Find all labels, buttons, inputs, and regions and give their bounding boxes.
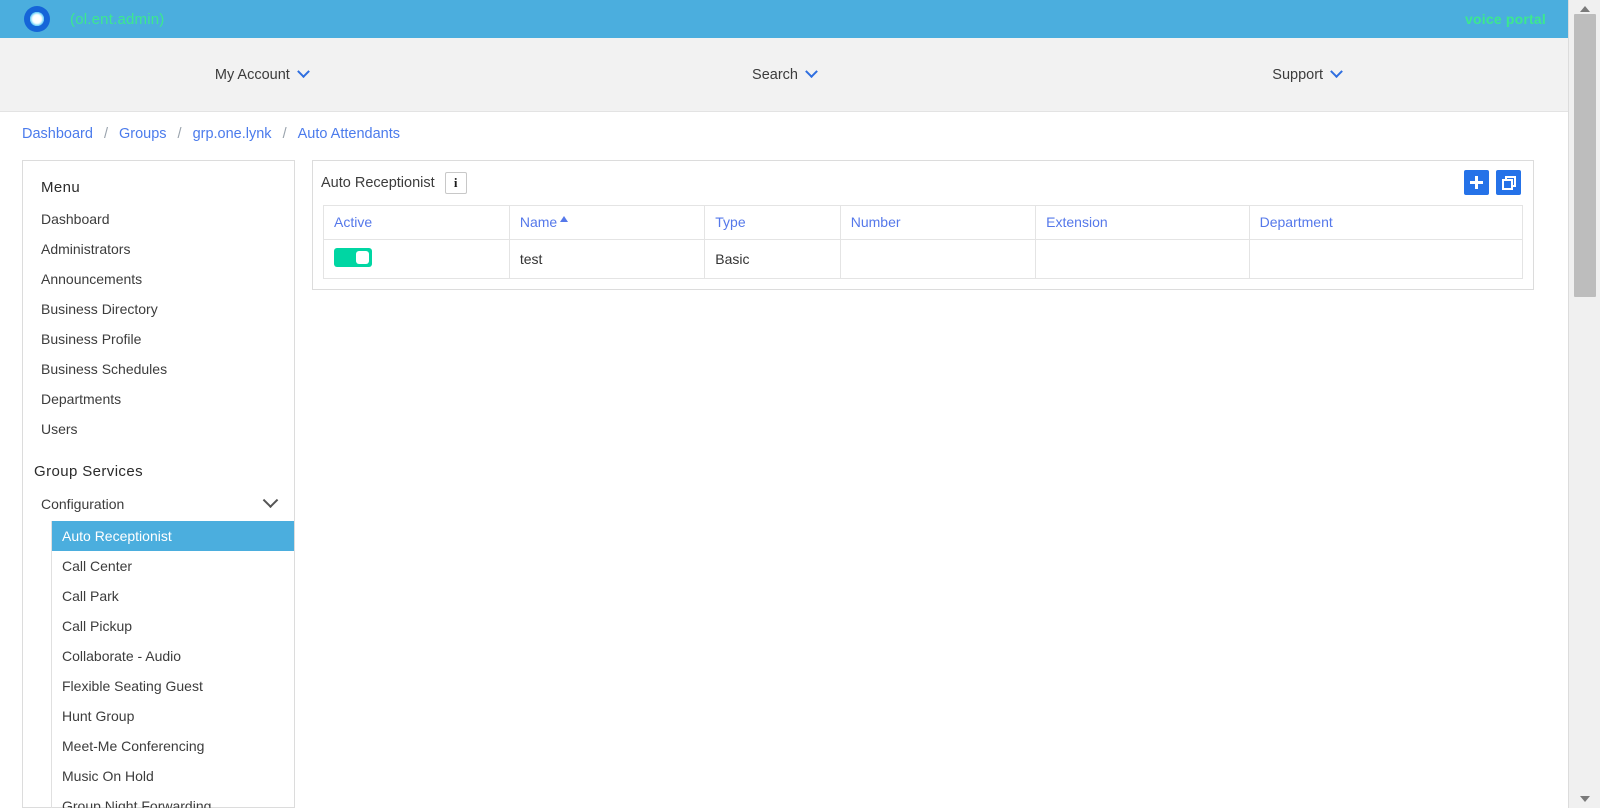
column-header-type[interactable]: Type bbox=[704, 205, 841, 240]
sidebar-item-auto-receptionist[interactable]: Auto Receptionist bbox=[52, 521, 294, 551]
sidebar-section-group-services: Group Services bbox=[34, 463, 143, 480]
sidebar-item-collaborate-audio[interactable]: Collaborate - Audio bbox=[52, 641, 294, 671]
sidebar-item-business-profile[interactable]: Business Profile bbox=[23, 324, 294, 354]
breadcrumb-item-groups[interactable]: Groups bbox=[119, 126, 167, 142]
circle-logo-icon bbox=[24, 6, 50, 32]
sidebar-menu-list: Dashboard Administrators Announcements B… bbox=[23, 204, 294, 444]
breadcrumb-item-group[interactable]: grp.one.lynk bbox=[193, 126, 272, 142]
column-header-extension[interactable]: Extension bbox=[1035, 205, 1250, 240]
scrollbar-thumb[interactable] bbox=[1574, 14, 1596, 297]
panel-header: Auto Receptionist i bbox=[313, 161, 1533, 205]
nav-item-label: Search bbox=[752, 66, 798, 83]
column-label: Number bbox=[850, 214, 901, 230]
sidebar-item-call-park[interactable]: Call Park bbox=[52, 581, 294, 611]
cell-type: Basic bbox=[704, 239, 841, 279]
column-label: Extension bbox=[1046, 214, 1108, 230]
cell-name: test bbox=[508, 239, 706, 279]
nav-item-my-account[interactable]: My Account bbox=[0, 65, 523, 83]
cell-extension bbox=[1035, 239, 1250, 279]
column-label: Type bbox=[715, 214, 746, 230]
sidebar-item-hunt-group[interactable]: Hunt Group bbox=[52, 701, 294, 731]
auto-receptionist-table: Active Name Type Number Extension Depart… bbox=[323, 205, 1524, 279]
sidebar-configuration-label: Configuration bbox=[41, 496, 125, 512]
breadcrumb: Dashboard / Groups / grp.one.lynk / Auto… bbox=[22, 126, 400, 142]
cell-department bbox=[1248, 239, 1524, 279]
cell-number bbox=[839, 239, 1037, 279]
copy-icon bbox=[1501, 178, 1513, 190]
nav-item-label: My Account bbox=[214, 66, 290, 83]
page-title: Auto Receptionist bbox=[321, 175, 435, 191]
brand-label: (ol.ent.admin) bbox=[70, 10, 165, 28]
top-brand-bar: (ol.ent.admin) voice portal bbox=[0, 0, 1568, 38]
chevron-down-icon bbox=[262, 491, 279, 508]
breadcrumb-item-dashboard[interactable]: Dashboard bbox=[22, 126, 93, 142]
sidebar-item-administrators[interactable]: Administrators bbox=[23, 234, 294, 264]
table-container: Active Name Type Number Extension Depart… bbox=[313, 205, 1533, 279]
toggle-knob bbox=[356, 251, 369, 264]
circle-logo-inner bbox=[30, 12, 44, 26]
breadcrumb-separator: / bbox=[282, 126, 287, 142]
plus-icon-vertical bbox=[1475, 176, 1478, 189]
sidebar-sub-list: Auto Receptionist Call Center Call Park … bbox=[51, 521, 294, 808]
main-navbar: My Account Search Support bbox=[0, 38, 1568, 112]
triangle-down-icon[interactable] bbox=[1580, 796, 1590, 802]
sidebar-item-business-directory[interactable]: Business Directory bbox=[23, 294, 294, 324]
column-label: Name bbox=[519, 214, 558, 230]
page-scrollbar[interactable] bbox=[1568, 0, 1600, 808]
column-header-active[interactable]: Active bbox=[323, 205, 510, 240]
column-header-department[interactable]: Department bbox=[1248, 205, 1524, 240]
duplicate-button[interactable] bbox=[1496, 170, 1521, 195]
column-label: Active bbox=[334, 214, 373, 230]
chevron-down-icon bbox=[1330, 65, 1343, 79]
sidebar-item-call-center[interactable]: Call Center bbox=[52, 551, 294, 581]
nav-item-search[interactable]: Search bbox=[523, 65, 1046, 83]
panel-actions bbox=[1464, 170, 1521, 195]
column-header-number[interactable]: Number bbox=[839, 205, 1037, 240]
sidebar-item-call-pickup[interactable]: Call Pickup bbox=[52, 611, 294, 641]
nav-item-support[interactable]: Support bbox=[1045, 65, 1568, 83]
sidebar-item-music-on-hold[interactable]: Music On Hold bbox=[52, 761, 294, 791]
active-toggle[interactable] bbox=[334, 248, 372, 267]
sidebar-item-dashboard[interactable]: Dashboard bbox=[23, 204, 294, 234]
table-header-row: Active Name Type Number Extension Depart… bbox=[323, 205, 1524, 240]
column-label: Department bbox=[1259, 214, 1333, 230]
column-header-name[interactable]: Name bbox=[508, 205, 706, 240]
sidebar-item-departments[interactable]: Departments bbox=[23, 384, 294, 414]
info-icon[interactable]: i bbox=[444, 172, 467, 194]
chevron-down-icon bbox=[296, 65, 310, 79]
cell-active bbox=[323, 239, 510, 279]
add-button[interactable] bbox=[1464, 170, 1489, 195]
sidebar-item-business-schedules[interactable]: Business Schedules bbox=[23, 354, 294, 384]
breadcrumb-separator: / bbox=[103, 126, 108, 142]
chevron-down-icon bbox=[805, 65, 818, 79]
sort-ascending-icon bbox=[560, 216, 569, 222]
sidebar-configuration-toggle[interactable]: Configuration bbox=[23, 489, 294, 521]
sidebar-item-meet-me-conferencing[interactable]: Meet-Me Conferencing bbox=[52, 731, 294, 761]
sidebar: Menu Dashboard Administrators Announceme… bbox=[22, 160, 295, 808]
app-window: (ol.ent.admin) voice portal My Account S… bbox=[0, 0, 1600, 808]
sidebar-item-users[interactable]: Users bbox=[23, 414, 294, 444]
sidebar-item-announcements[interactable]: Announcements bbox=[23, 264, 294, 294]
triangle-up-icon[interactable] bbox=[1580, 6, 1590, 12]
breadcrumb-separator: / bbox=[177, 126, 182, 142]
sidebar-item-flexible-seating-guest[interactable]: Flexible Seating Guest bbox=[52, 671, 294, 701]
voice-portal-link[interactable]: voice portal bbox=[1465, 11, 1546, 27]
logo[interactable]: (ol.ent.admin) bbox=[24, 6, 165, 32]
table-row[interactable]: test Basic bbox=[323, 239, 1524, 279]
nav-item-label: Support bbox=[1272, 66, 1324, 83]
auto-receptionist-panel: Auto Receptionist i Active Name Type Num… bbox=[312, 160, 1534, 290]
breadcrumb-item-auto-attendants[interactable]: Auto Attendants bbox=[298, 126, 400, 142]
sidebar-title: Menu bbox=[41, 179, 81, 196]
sidebar-item-group-night-forwarding[interactable]: Group Night Forwarding bbox=[52, 791, 294, 808]
